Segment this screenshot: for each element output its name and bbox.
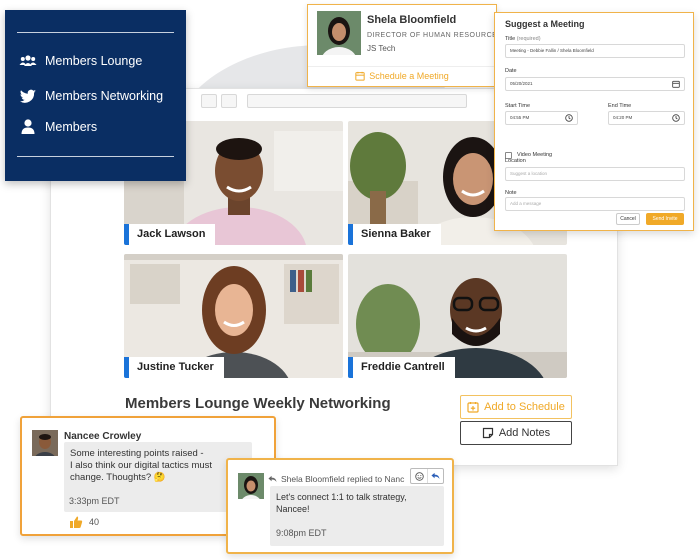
reply-arrow-icon	[431, 472, 440, 480]
add-to-schedule-button[interactable]: Add to Schedule	[460, 395, 572, 419]
start-time-label: Start Time	[505, 103, 531, 109]
reply-button[interactable]	[427, 469, 443, 483]
send-invite-button[interactable]: Send Invite	[646, 213, 684, 225]
date-input[interactable]: 05/20/2021	[505, 77, 685, 91]
comment-text-line: change. Thoughts? 🤔	[70, 472, 166, 483]
reply-actions	[410, 468, 444, 484]
sidebar-item-label: Members Networking	[45, 89, 164, 103]
note-icon	[482, 427, 493, 439]
clock-icon	[672, 114, 680, 122]
sidebar-nav: Members Lounge Members Networking Member…	[5, 10, 186, 181]
start-time-value: 04:55 PM	[510, 115, 530, 120]
comment-author: Nancee Crowley	[64, 431, 142, 442]
reply-card: Shela Bloomfield replied to Nanc Let's c…	[226, 458, 454, 554]
avatar-image	[32, 430, 58, 456]
twitter-icon	[19, 89, 36, 103]
cancel-button[interactable]: Cancel	[616, 213, 640, 225]
nav-divider	[17, 156, 174, 157]
sidebar-item-label: Members	[45, 120, 98, 134]
sidebar-item-members-lounge[interactable]: Members Lounge	[19, 52, 142, 70]
end-time-value: 04:20 PM	[613, 115, 633, 120]
like-count: 40	[89, 517, 100, 527]
contact-card: Shela Bloomfield DIRECTOR OF HUMAN RESOU…	[307, 4, 502, 87]
sidebar-item-label: Members Lounge	[45, 54, 143, 68]
reply-timestamp: 9:08pm EDT	[276, 528, 327, 538]
location-input[interactable]: Suggest a location	[505, 167, 685, 181]
like-button[interactable]: 40	[69, 515, 99, 529]
location-label-text: Location	[505, 158, 526, 164]
required-hint: (required)	[516, 36, 541, 42]
note-label: Note	[505, 190, 517, 196]
reply-text-line: Let's connect 1:1 to talk strategy,	[276, 492, 407, 502]
sidebar-item-members-networking[interactable]: Members Networking	[19, 87, 163, 105]
video-tile-freddie[interactable]: Freddie Cantrell	[348, 254, 567, 378]
clock-icon	[565, 114, 573, 122]
participant-name-label: Freddie Cantrell	[348, 357, 455, 378]
user-icon	[21, 119, 35, 134]
comment-timestamp: 3:33pm EDT	[69, 496, 120, 506]
avatar	[238, 473, 264, 499]
window-toolbar	[201, 89, 467, 113]
toolbar-button[interactable]	[201, 94, 217, 108]
contact-role: DIRECTOR OF HUMAN RESOURCES	[367, 32, 503, 39]
calendar-icon	[355, 71, 365, 81]
contact-name: Shela Bloomfield	[367, 14, 457, 26]
note-input[interactable]: Add a message	[505, 197, 685, 211]
participant-name-label: Sienna Baker	[348, 224, 441, 245]
date-value: 05/20/2021	[510, 81, 533, 86]
schedule-meeting-link[interactable]: Schedule a Meeting	[308, 71, 496, 81]
start-time-input[interactable]: 04:55 PM	[505, 111, 578, 125]
meeting-title: Members Lounge Weekly Networking	[125, 395, 391, 412]
reply-header: Shela Bloomfield replied to Nanc	[268, 474, 404, 484]
avatar	[317, 11, 361, 55]
sidebar-item-members[interactable]: Members	[19, 118, 97, 136]
toolbar-button[interactable]	[221, 94, 237, 108]
dialog-title: Suggest a Meeting	[505, 19, 585, 29]
comment-text-line: I also think our digital tactics must	[70, 460, 213, 471]
schedule-meeting-label: Schedule a Meeting	[369, 71, 449, 81]
title-label-text: Title	[505, 36, 516, 42]
divider	[308, 66, 496, 67]
date-label: Date	[505, 68, 517, 74]
suggest-meeting-dialog: Suggest a Meeting Title (required) Meeti…	[494, 12, 694, 231]
calendar-icon	[672, 80, 680, 88]
emoji-react-button[interactable]	[411, 469, 427, 483]
toolbar-address-bar[interactable]	[247, 94, 467, 108]
thumbs-up-icon	[70, 516, 83, 528]
add-notes-button[interactable]: Add Notes	[460, 421, 572, 445]
avatar-image	[238, 473, 264, 499]
end-time-input[interactable]: 04:20 PM	[608, 111, 685, 125]
end-time-label: End Time	[608, 103, 632, 109]
title-label: Title (required)	[505, 36, 541, 42]
participant-name-label: Justine Tucker	[124, 357, 224, 378]
comment-text-line: Some interesting points raised -	[70, 448, 204, 459]
contact-org: JS Tech	[367, 44, 396, 53]
meeting-title-input[interactable]: Meeting - Debbie Fallin / Shela Bloomfie…	[505, 44, 685, 58]
reply-text-line: Nancee!	[276, 504, 310, 514]
add-to-schedule-label: Add to Schedule	[484, 401, 565, 413]
add-notes-label: Add Notes	[498, 427, 551, 439]
video-tile-justine[interactable]: Justine Tucker	[124, 254, 343, 378]
participant-name-label: Jack Lawson	[124, 224, 216, 245]
reply-header-text: Shela Bloomfield replied to Nanc	[281, 474, 405, 484]
avatar-image	[317, 11, 361, 55]
reply-icon	[268, 475, 277, 483]
calendar-plus-icon	[467, 402, 479, 413]
avatar	[32, 430, 58, 456]
smiley-icon	[414, 471, 424, 481]
users-icon	[19, 55, 37, 66]
nav-divider	[17, 32, 174, 33]
